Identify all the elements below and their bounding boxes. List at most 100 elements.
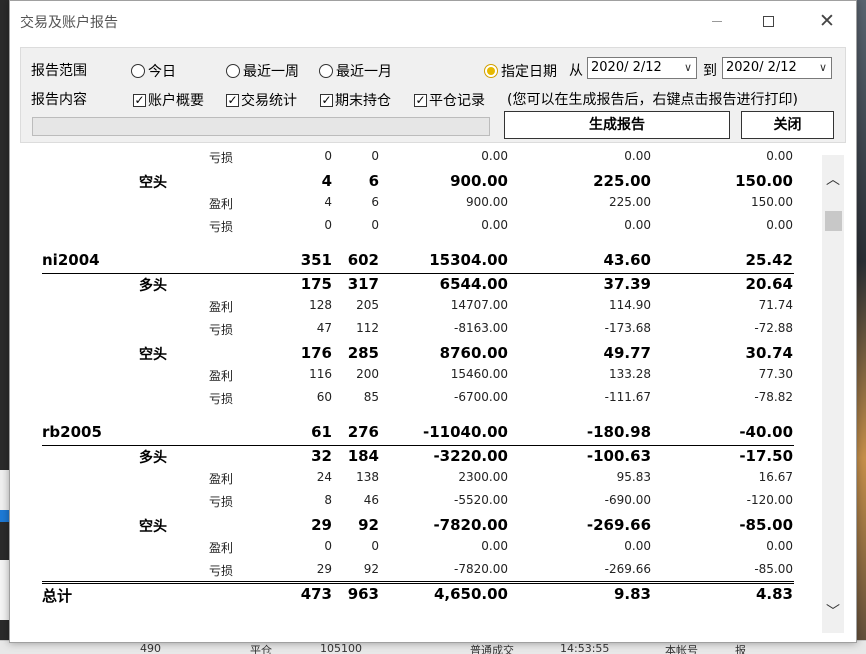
report-cell: 空头 [139, 175, 167, 191]
maximize-button[interactable] [745, 1, 791, 41]
report-cell: 43.60 [603, 251, 651, 269]
report-cell: 16.67 [758, 470, 793, 484]
report-cell: 0 [324, 149, 332, 163]
report-cell: 150.00 [751, 195, 793, 209]
report-cell: 8 [324, 493, 332, 507]
minimize-button[interactable] [694, 1, 740, 41]
to-date-picker[interactable]: 2020/ 2/12 ∨ [722, 57, 832, 79]
report-cell: 亏损 [209, 323, 234, 337]
report-cell: 8760.00 [439, 344, 508, 362]
scroll-thumb[interactable] [825, 211, 842, 231]
total-divider [42, 581, 794, 582]
report-cell: 14707.00 [450, 298, 508, 312]
report-cell: -3220.00 [433, 447, 508, 465]
report-cell: 116 [309, 367, 332, 381]
report-cell: 602 [347, 251, 379, 269]
direction-row: 空头 29 92 -7820.00 -269.66 -85.00 [22, 516, 834, 538]
report-cell: 0.00 [481, 539, 508, 553]
vertical-scrollbar[interactable]: ︿ ﹀ [822, 155, 844, 633]
from-date-picker[interactable]: 2020/ 2/12 ∨ [587, 57, 697, 79]
report-cell: -72.88 [754, 321, 793, 335]
report-cell: -180.98 [586, 423, 651, 441]
report-cell: 46 [363, 493, 379, 507]
report-cell: 15304.00 [429, 251, 508, 269]
report-cell: 0.00 [766, 218, 793, 232]
minimize-icon [712, 20, 722, 22]
report-cell: 900.00 [466, 195, 508, 209]
title-bar[interactable]: 交易及账户报告 ✕ [10, 1, 856, 41]
direction-row: 多头 175 317 6544.00 37.39 20.64 [22, 275, 834, 297]
report-cell: 总计 [42, 587, 73, 605]
report-cell: 112 [356, 321, 379, 335]
report-cell: -269.66 [586, 516, 651, 534]
report-cell: 空头 [139, 347, 167, 363]
report-cell: -690.00 [604, 493, 651, 507]
check-close-records[interactable]: ✓ 平仓记录 [414, 90, 485, 110]
maximize-icon [762, 15, 774, 27]
scope-label: 报告范围 [31, 63, 87, 79]
detail-row: 亏损 8 46 -5520.00 -690.00 -120.00 [22, 493, 834, 515]
symbol-row: rb2005 61 276 -11040.00 -180.98 -40.00 [22, 423, 834, 445]
check-trade-stats[interactable]: ✓ 交易统计 [226, 90, 297, 110]
radio-last-week[interactable]: 最近一周 [226, 61, 299, 81]
scroll-up-icon[interactable]: ︿ [822, 169, 844, 189]
report-cell: -7820.00 [433, 516, 508, 534]
report-cell: 92 [358, 516, 379, 534]
radio-last-month[interactable]: 最近一月 [319, 61, 392, 81]
report-cell: -173.68 [604, 321, 651, 335]
detail-row: 盈利 4 6 900.00 225.00 150.00 [22, 195, 834, 217]
report-cell: -7820.00 [454, 562, 508, 576]
report-cell: 4.83 [755, 585, 793, 603]
report-cell: 4,650.00 [433, 585, 508, 603]
report-cell: 20.64 [745, 275, 793, 293]
report-cell: rb2005 [42, 423, 102, 441]
report-cell: 317 [347, 275, 379, 293]
report-cell: -85.00 [754, 562, 793, 576]
report-cell: 351 [300, 251, 332, 269]
report-cell: -8163.00 [454, 321, 508, 335]
report-cell: 亏损 [209, 392, 234, 406]
report-cell: 0 [371, 149, 379, 163]
report-cell: 9.83 [613, 585, 651, 603]
checkmark-icon: ✓ [133, 92, 146, 107]
report-cell: 盈利 [209, 369, 234, 383]
report-cell: -111.67 [604, 390, 651, 404]
detail-row: 盈利 0 0 0.00 0.00 0.00 [22, 539, 834, 561]
report-cell: 225.00 [593, 172, 651, 190]
report-cell: 200 [356, 367, 379, 381]
checkmark-icon: ✓ [320, 92, 333, 107]
report-cell: 184 [347, 447, 379, 465]
total-divider [42, 583, 794, 584]
report-cell: 205 [356, 298, 379, 312]
close-window-button[interactable]: ✕ [804, 1, 850, 41]
report-content[interactable]: 亏损 0 0 0.00 0.00 0.00 空头 4 6 900.00 225.00 150.00 盈利… [22, 147, 834, 635]
report-cell: 175 [300, 275, 332, 293]
close-button[interactable]: 关闭 [741, 111, 834, 139]
checkmark-icon: ✓ [226, 92, 239, 107]
report-cell: 15460.00 [450, 367, 508, 381]
radio-today[interactable]: 今日 [131, 61, 176, 81]
report-cell: 6 [371, 195, 379, 209]
report-cell: 0.00 [766, 149, 793, 163]
from-label: 从 [569, 63, 583, 79]
report-cell: ni2004 [42, 251, 100, 269]
check-end-positions[interactable]: ✓ 期末持仓 [320, 90, 391, 110]
report-cell: -5520.00 [454, 493, 508, 507]
report-cell: 4 [324, 195, 332, 209]
report-cell: 0.00 [481, 218, 508, 232]
report-cell: 29 [316, 562, 332, 576]
report-dialog: 交易及账户报告 ✕ 报告范围 今日 最近一周 最近一月 指定日期 从 2020/… [9, 0, 857, 643]
report-cell: 亏损 [209, 151, 234, 165]
report-cell: 0.00 [766, 539, 793, 553]
detail-row: 亏损 60 85 -6700.00 -111.67 -78.82 [22, 390, 834, 412]
report-cell: -6700.00 [454, 390, 508, 404]
report-cell: -17.50 [739, 447, 793, 465]
scroll-down-icon[interactable]: ﹀ [822, 601, 844, 621]
generate-report-button[interactable]: 生成报告 [504, 111, 730, 139]
report-cell: -269.66 [604, 562, 651, 576]
report-cell: 150.00 [735, 172, 793, 190]
check-account-summary[interactable]: ✓ 账户概要 [133, 90, 204, 110]
radio-circle-icon [131, 64, 145, 78]
radio-custom-date[interactable]: 指定日期 [484, 61, 557, 81]
report-cell: 4 [321, 172, 332, 190]
